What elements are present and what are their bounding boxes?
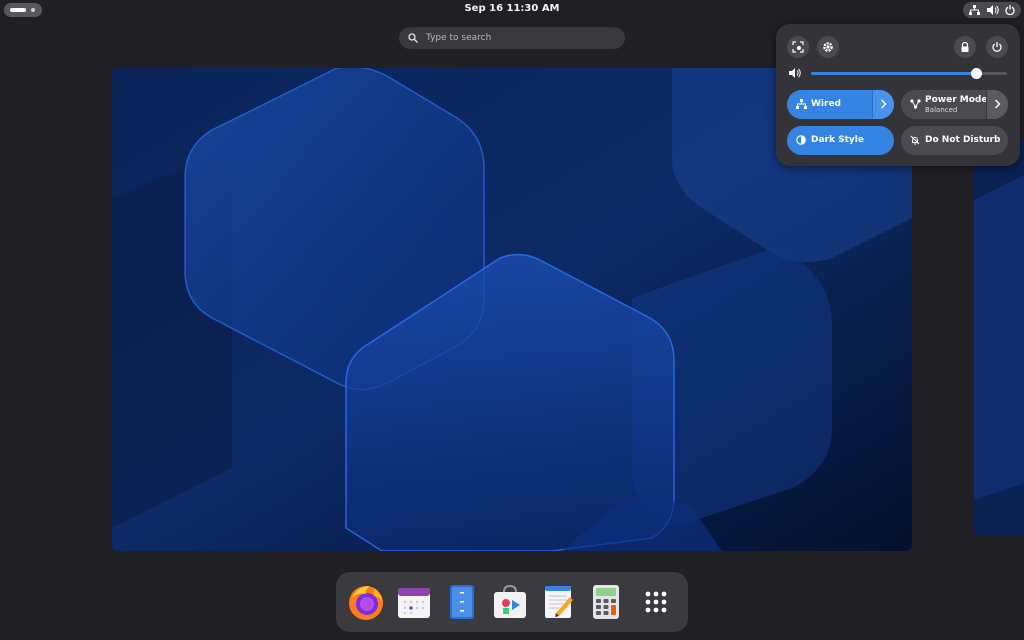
dark-style-icon: [796, 135, 806, 145]
dash-dock: [336, 572, 688, 632]
search-icon: [408, 33, 418, 43]
calculator-icon[interactable]: [584, 580, 628, 624]
app-grid-icon[interactable]: [634, 580, 678, 624]
volume-slider-fill: [811, 72, 976, 75]
power-profile-icon: [910, 99, 921, 109]
power-icon: [1005, 5, 1015, 15]
do-not-disturb-label: Do Not Disturb: [925, 135, 1001, 145]
screenshot-button[interactable]: [787, 36, 809, 58]
do-not-disturb-toggle[interactable]: Do Not Disturb: [901, 126, 1008, 155]
chevron-right-icon: [881, 99, 887, 109]
settings-button[interactable]: [817, 36, 839, 58]
power-mode-toggle[interactable]: Power Mode Balanced: [901, 90, 1008, 119]
top-bar: Sep 16 11:30 AM: [0, 0, 1024, 20]
volume-icon: [789, 68, 801, 78]
system-status-area[interactable]: [963, 2, 1021, 18]
files-icon[interactable]: [440, 580, 484, 624]
wired-expand-button[interactable]: [872, 90, 894, 119]
power-mode-subtitle: Balanced: [925, 106, 958, 114]
text-editor-icon[interactable]: [536, 580, 580, 624]
power-button[interactable]: [986, 36, 1008, 58]
dark-style-label: Dark Style: [811, 135, 864, 145]
volume-slider-handle[interactable]: [970, 68, 982, 79]
volume-slider[interactable]: [811, 68, 1007, 79]
network-wired-icon: [796, 99, 807, 109]
next-wallpaper: [974, 140, 1024, 536]
volume-icon: [987, 5, 999, 15]
network-wired-icon: [969, 5, 980, 15]
wired-label: Wired: [811, 99, 841, 109]
power-mode-expand-button[interactable]: [986, 90, 1008, 119]
search-input[interactable]: [426, 29, 616, 47]
dark-style-toggle[interactable]: Dark Style: [787, 126, 894, 155]
search-entry[interactable]: [399, 27, 625, 49]
screenshot-icon: [792, 41, 804, 53]
next-workspace-thumbnail[interactable]: [974, 140, 1024, 536]
software-icon[interactable]: [488, 580, 532, 624]
bell-off-icon: [910, 135, 920, 145]
lock-button[interactable]: [954, 36, 976, 58]
power-mode-label: Power Mode: [925, 95, 988, 105]
quick-settings-menu: Wired Power Mode Balanced Dark Style Do …: [776, 24, 1020, 166]
calendar-icon[interactable]: [392, 580, 436, 624]
chevron-right-icon: [995, 99, 1001, 109]
firefox-icon[interactable]: [344, 580, 388, 624]
power-icon: [992, 42, 1002, 52]
gear-icon: [823, 42, 833, 52]
lock-icon: [961, 41, 969, 52]
clock[interactable]: Sep 16 11:30 AM: [0, 3, 1024, 14]
wired-toggle[interactable]: Wired: [787, 90, 894, 119]
